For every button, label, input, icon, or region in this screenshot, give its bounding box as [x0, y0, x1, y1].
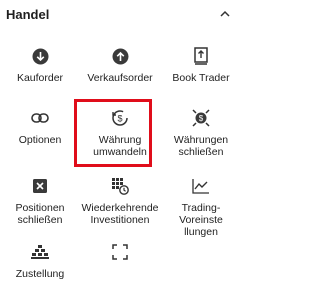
tile-label: Kauforder [16, 72, 64, 84]
tile-label: Verkaufsorder [87, 72, 153, 84]
trading-voreinstellungen-button[interactable]: Trading-Voreinste llungen [161, 176, 241, 238]
wiederkehrende-investitionen-button[interactable]: Wiederkehrende Investitionen [80, 176, 160, 226]
positionen-schliessen-button[interactable]: Positionen schließen [0, 176, 80, 226]
verkaufsorder-button[interactable]: Verkaufsorder [80, 46, 160, 84]
tile-label: Book Trader [172, 72, 230, 84]
tile-label: Optionen [18, 134, 62, 146]
svg-text:$: $ [199, 114, 204, 123]
link-icon [30, 108, 50, 128]
close-box-icon [30, 176, 50, 196]
fullscreen-icon [110, 242, 130, 262]
arrow-up-circle-icon [110, 46, 130, 66]
tile-label: Positionen schließen [15, 202, 65, 226]
zustellung-button[interactable]: Zustellung [0, 242, 80, 280]
tile-label: Währung umwandeln [93, 134, 147, 158]
chevron-up-icon[interactable] [217, 6, 233, 22]
waehrung-umwandeln-button[interactable]: $ Währung umwandeln [80, 108, 160, 158]
tile-label: Zustellung [15, 268, 65, 280]
currency-close-icon: $ [191, 108, 211, 128]
tile-label: Währungen schließen [173, 134, 229, 158]
book-trader-icon [191, 46, 211, 66]
kauforder-button[interactable]: Kauforder [0, 46, 80, 84]
delivery-icon [30, 242, 50, 262]
tile-label: Wiederkehrende Investitionen [81, 202, 159, 226]
arrow-down-circle-icon [30, 46, 50, 66]
svg-text:$: $ [117, 114, 122, 124]
fullscreen-button[interactable] [80, 242, 160, 268]
currency-exchange-icon: $ [110, 108, 130, 128]
section-title: Handel [6, 7, 50, 22]
trend-line-icon [191, 176, 211, 196]
optionen-button[interactable]: Optionen [0, 108, 80, 146]
recurring-investment-icon [110, 176, 130, 196]
waehrungen-schliessen-button[interactable]: $ Währungen schließen [161, 108, 241, 158]
book-trader-button[interactable]: Book Trader [161, 46, 241, 84]
section-header: Handel [0, 0, 241, 28]
tile-label: Trading-Voreinste llungen [179, 202, 223, 238]
